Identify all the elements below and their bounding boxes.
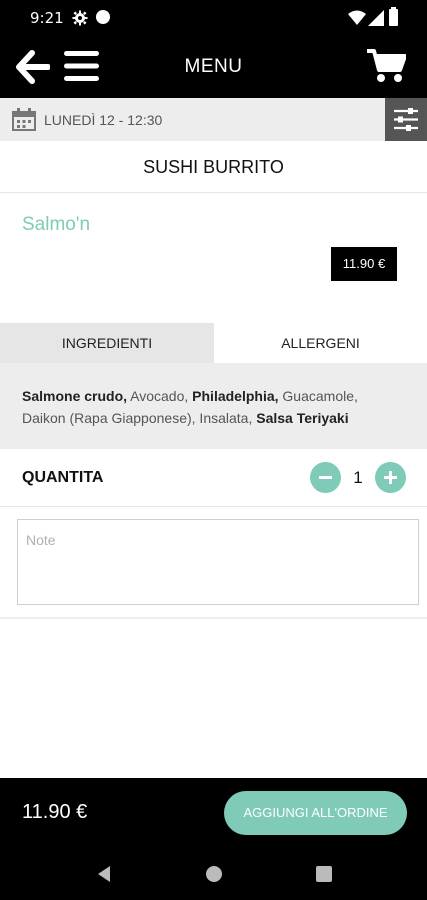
product-title: SUSHI BURRITO xyxy=(0,141,427,193)
ingredient-segment: Avocado, xyxy=(127,388,193,404)
filter-button[interactable] xyxy=(385,98,427,141)
nav-recents-icon[interactable] xyxy=(315,865,333,883)
wifi-icon xyxy=(348,10,366,25)
quantity-value: 1 xyxy=(353,468,363,487)
signal-icon xyxy=(368,10,384,26)
status-bar: 9:21 xyxy=(0,0,427,36)
tab-ingredienti[interactable]: INGREDIENTI xyxy=(0,323,214,363)
status-time: 9:21 xyxy=(30,9,64,27)
system-nav-bar xyxy=(0,848,427,900)
calendar-icon xyxy=(12,108,36,131)
product-name: Salmo'n xyxy=(22,214,91,235)
note-field[interactable] xyxy=(18,520,418,604)
date-label: LUNEDÌ 12 - 12:30 xyxy=(44,112,163,128)
battery-icon xyxy=(389,7,398,26)
order-total: 11.90 € xyxy=(22,801,88,823)
gear-icon xyxy=(72,10,88,26)
order-footer: 11.90 € AGGIUNGI ALL'ORDINE xyxy=(0,778,427,848)
quantity-row: QUANTITA 1 xyxy=(0,449,427,507)
nav-home-icon[interactable] xyxy=(205,865,223,883)
filter-sliders-icon xyxy=(394,108,418,131)
ingredient-segment: Salsa Teriyaki xyxy=(256,410,349,426)
add-to-order-button[interactable]: AGGIUNGI ALL'ORDINE xyxy=(224,791,407,835)
tab-allergeni[interactable]: ALLERGENI xyxy=(214,323,427,363)
note-box xyxy=(17,519,419,605)
date-bar[interactable]: LUNEDÌ 12 - 12:30 xyxy=(0,98,427,141)
app-bar: MENU xyxy=(0,36,427,98)
ingredient-segment: Salmone crudo, xyxy=(22,388,128,404)
ingredient-segment: Philadelphia, xyxy=(192,388,279,404)
circle-icon xyxy=(96,10,110,24)
info-tabs: INGREDIENTI ALLERGENI xyxy=(0,323,427,363)
minus-icon[interactable] xyxy=(310,462,341,493)
quantity-label: QUANTITA xyxy=(22,469,104,486)
price-badge: 11.90 € xyxy=(331,247,397,281)
plus-icon[interactable] xyxy=(375,462,406,493)
cart-icon[interactable] xyxy=(366,48,406,84)
ingredients-text: Salmone crudo, Avocado, Philadelphia, Gu… xyxy=(0,363,427,449)
divider xyxy=(0,617,427,619)
nav-back-icon[interactable] xyxy=(95,865,113,883)
page-title: MENU xyxy=(184,56,243,77)
